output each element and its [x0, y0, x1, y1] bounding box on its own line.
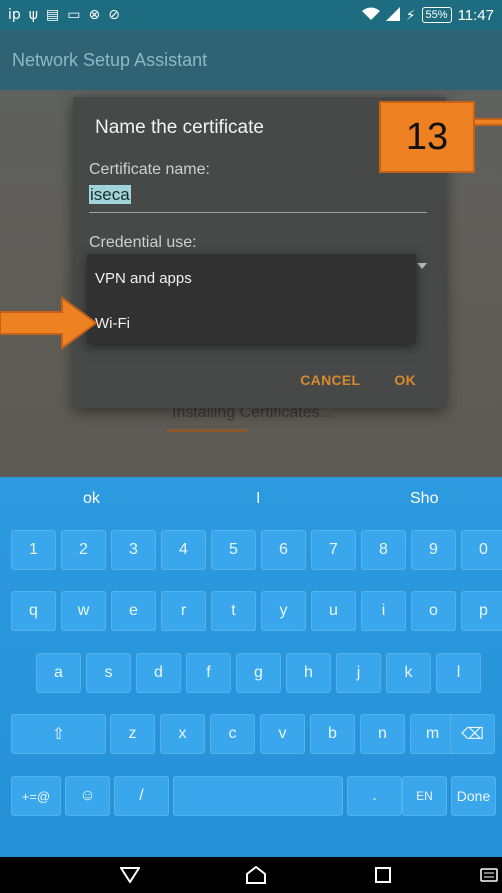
app-bar: Network Setup Assistant	[0, 30, 502, 90]
recents-icon[interactable]	[372, 865, 394, 885]
usb-icon: ψ	[28, 7, 39, 23]
key-3[interactable]: 3	[111, 530, 156, 570]
option-vpn-and-apps[interactable]: VPN and apps	[95, 270, 192, 287]
dialog-actions: CANCEL OK	[300, 372, 416, 388]
key-e[interactable]: e	[111, 591, 156, 631]
app-title: Network Setup Assistant	[12, 49, 208, 70]
done-key[interactable]: Done	[451, 776, 496, 816]
key-c[interactable]: c	[210, 714, 255, 754]
key-8[interactable]: 8	[361, 530, 406, 570]
emoji-icon: ☺	[79, 787, 96, 804]
suggestion-1[interactable]: ok	[83, 490, 100, 508]
blocked-icon: ⊘	[108, 7, 120, 23]
key-5[interactable]: 5	[211, 530, 256, 570]
key-2[interactable]: 2	[61, 530, 106, 570]
pointer-arrow-icon	[0, 296, 98, 350]
key-x[interactable]: x	[160, 714, 205, 754]
ok-button[interactable]: OK	[394, 372, 416, 388]
key-7[interactable]: 7	[311, 530, 356, 570]
key-n[interactable]: n	[360, 714, 405, 754]
pen-icon: /	[139, 787, 144, 804]
key-j[interactable]: j	[336, 653, 381, 693]
key-g[interactable]: g	[236, 653, 281, 693]
home-icon[interactable]	[245, 865, 267, 885]
certificate-name-value: iseca	[89, 185, 131, 204]
space-key[interactable]	[173, 776, 343, 816]
shift-key[interactable]: ⇧	[11, 714, 106, 754]
key-s[interactable]: s	[86, 653, 131, 693]
certificate-name-label: Certificate name:	[89, 161, 210, 178]
charging-icon: ⚡	[405, 6, 416, 23]
backspace-key[interactable]: ⌫	[450, 714, 495, 754]
sync-icon: ⊗	[88, 7, 101, 23]
emoji-key[interactable]: ☺	[65, 776, 110, 816]
punctuation-key[interactable]: .	[347, 776, 402, 816]
suggestion-3[interactable]: Sho	[410, 490, 438, 508]
option-wifi[interactable]: Wi-Fi	[95, 315, 130, 332]
soft-keyboard: ok I Sho 1 2 3 4 5 6 7 8 9 0 q w e r t y u i o p a s d f g h j k l ⇧ z…	[0, 477, 502, 857]
key-y[interactable]: y	[261, 591, 306, 631]
handwriting-key[interactable]: /	[114, 776, 169, 816]
chevron-down-icon[interactable]	[417, 263, 427, 269]
credential-use-label: Credential use:	[89, 234, 197, 251]
key-1[interactable]: 1	[11, 530, 56, 570]
status-bar: ip ψ ▤ ▭ ⊗ ⊘ ⚡ 55% 11:47	[0, 0, 502, 30]
key-q[interactable]: q	[11, 591, 56, 631]
key-w[interactable]: w	[61, 591, 106, 631]
symbols-key[interactable]: +=@	[11, 776, 61, 816]
suggestion-bar: ok I Sho	[0, 477, 502, 519]
key-d[interactable]: d	[136, 653, 181, 693]
backspace-icon: ⌫	[461, 726, 484, 743]
key-o[interactable]: o	[411, 591, 456, 631]
key-4[interactable]: 4	[161, 530, 206, 570]
suggestion-2[interactable]: I	[256, 490, 260, 508]
battery-level: 55%	[421, 7, 452, 23]
key-f[interactable]: f	[186, 653, 231, 693]
key-v[interactable]: v	[260, 714, 305, 754]
key-t[interactable]: t	[211, 591, 256, 631]
progress-indicator	[167, 429, 247, 432]
cancel-button[interactable]: CANCEL	[300, 372, 360, 388]
key-b[interactable]: b	[310, 714, 355, 754]
key-h[interactable]: h	[286, 653, 331, 693]
status-right: ⚡ 55% 11:47	[361, 6, 494, 24]
key-a[interactable]: a	[36, 653, 81, 693]
certificate-name-input[interactable]: iseca	[89, 185, 427, 213]
doc-icon: ▤	[46, 7, 60, 23]
key-p[interactable]: p	[461, 591, 502, 631]
credential-use-dropdown: VPN and apps Wi-Fi	[87, 254, 416, 344]
status-left-icons: ip ψ ▤ ▭ ⊗ ⊘	[8, 7, 120, 23]
language-key[interactable]: EN	[402, 776, 447, 816]
key-9[interactable]: 9	[411, 530, 456, 570]
key-z[interactable]: z	[110, 714, 155, 754]
key-0[interactable]: 0	[461, 530, 502, 570]
key-i[interactable]: i	[361, 591, 406, 631]
wifi-icon	[361, 7, 380, 24]
signal-icon	[385, 6, 400, 24]
image-icon: ▭	[67, 7, 81, 23]
dialog-title: Name the certificate	[95, 117, 264, 138]
navigation-bar	[0, 857, 502, 893]
callout-tail	[475, 118, 502, 126]
step-number-callout: 13	[379, 101, 475, 173]
key-l[interactable]: l	[436, 653, 481, 693]
shift-icon: ⇧	[51, 726, 66, 743]
key-6[interactable]: 6	[261, 530, 306, 570]
ip-indicator: ip	[8, 7, 21, 23]
key-r[interactable]: r	[161, 591, 206, 631]
key-k[interactable]: k	[386, 653, 431, 693]
key-u[interactable]: u	[311, 591, 356, 631]
key-m[interactable]: m	[410, 714, 455, 754]
keyboard-icon[interactable]	[478, 865, 500, 885]
back-icon[interactable]	[119, 865, 141, 885]
clock: 11:47	[457, 6, 494, 24]
